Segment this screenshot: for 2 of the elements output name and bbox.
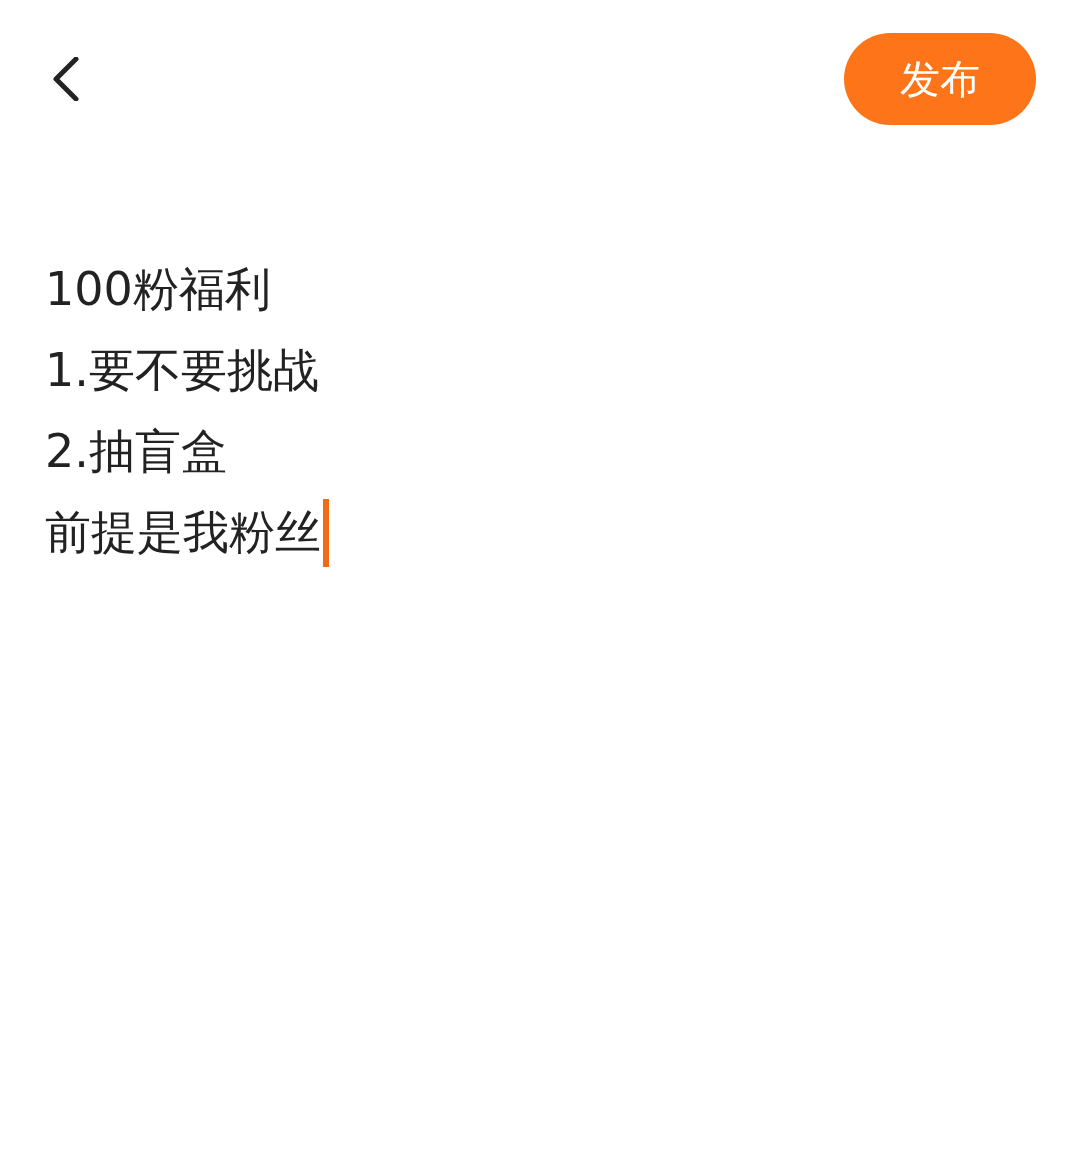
text-editor[interactable]: 100粉福利 1.要不要挑战 2.抽盲盒 前提是我粉丝 <box>45 249 1036 573</box>
back-icon[interactable] <box>50 57 80 101</box>
